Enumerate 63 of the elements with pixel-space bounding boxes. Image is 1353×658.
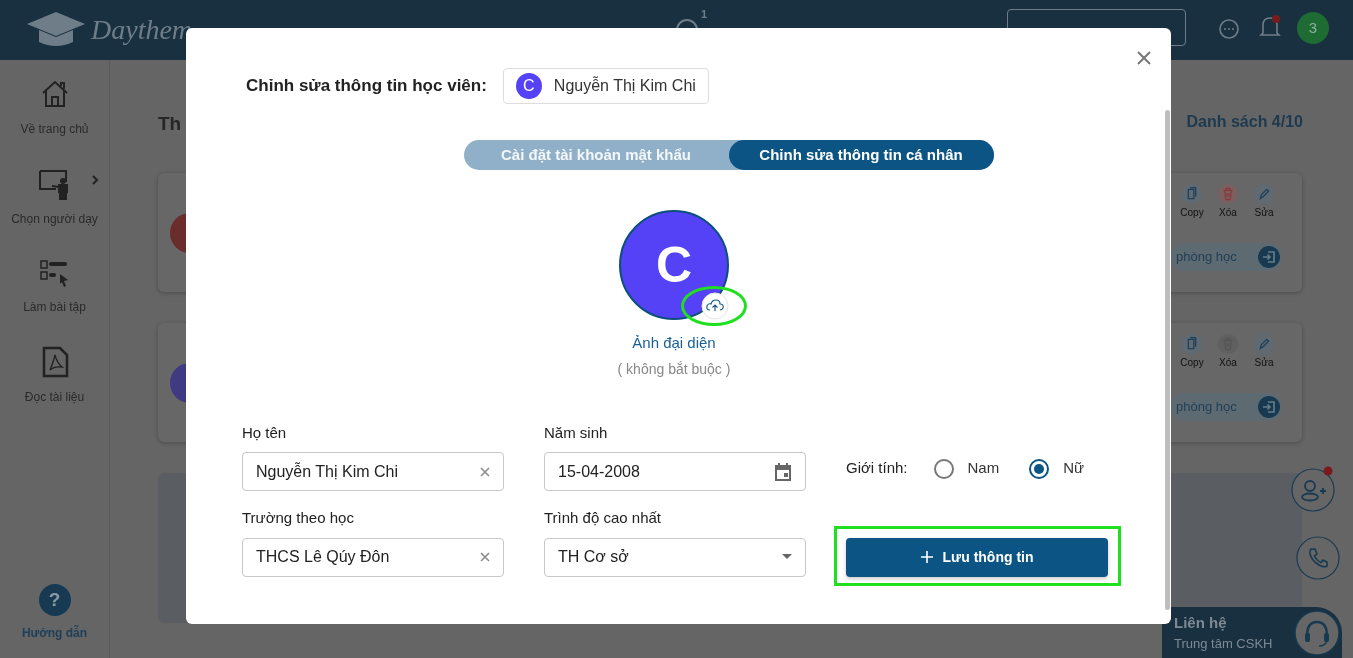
- radio-button[interactable]: [933, 458, 954, 479]
- pdf-icon: [40, 346, 69, 378]
- pencil-icon[interactable]: [1253, 332, 1275, 355]
- profile-avatar: C: [619, 210, 729, 320]
- list-count: Danh sách 4/10: [1186, 112, 1303, 132]
- close-icon[interactable]: [1136, 50, 1152, 66]
- radio-label[interactable]: Nữ: [1063, 457, 1085, 480]
- save-button[interactable]: Lưu thông tin: [846, 537, 1108, 577]
- copy-icon[interactable]: [1181, 332, 1203, 355]
- input-field[interactable]: THCS Lê Qúy Đôn: [242, 537, 504, 577]
- contact-panel[interactable]: Liên hệ Trung tâm CSKH: [1162, 607, 1342, 658]
- user-avatar[interactable]: 3: [1297, 12, 1329, 44]
- input-field[interactable]: Nguyễn Thị Kim Chi: [242, 452, 504, 491]
- dialog-title: Chỉnh sửa thông tin học viên:: [246, 75, 487, 98]
- phone-button[interactable]: [1296, 536, 1340, 580]
- add-user-button[interactable]: [1290, 465, 1338, 513]
- field-label: Năm sinh: [544, 422, 609, 443]
- upload-icon[interactable]: [701, 292, 729, 320]
- clear-icon[interactable]: [479, 551, 491, 563]
- chevron-right-icon[interactable]: [91, 174, 99, 186]
- action-label: Copy: [1180, 355, 1204, 370]
- tab[interactable]: Cài đặt tài khoản mật khẩu: [463, 140, 729, 170]
- avatar-hint: ( không bắt buộc ): [617, 359, 731, 379]
- action-label: Xóa: [1219, 205, 1237, 220]
- calendar-icon[interactable]: [773, 461, 793, 482]
- login-icon: [1258, 245, 1280, 268]
- field-label: Giới tính:: [846, 458, 908, 479]
- sidebar-item[interactable]: Đọc tài liệu: [24, 388, 85, 406]
- help-icon[interactable]: ?: [38, 584, 71, 616]
- message-count: 1: [700, 7, 707, 22]
- join-room-button[interactable]: phòng học: [1170, 242, 1282, 271]
- radio-button[interactable]: [1029, 458, 1050, 479]
- copy-icon[interactable]: [1181, 182, 1203, 205]
- chat-icon[interactable]: [1218, 18, 1240, 40]
- select-field[interactable]: TH Cơ sở: [544, 537, 806, 577]
- field-label: Họ tên: [242, 422, 288, 443]
- action-label: Xóa: [1219, 355, 1237, 370]
- contact-subtitle: Trung tâm CSKH: [1174, 635, 1273, 653]
- student-avatar: C: [515, 73, 542, 99]
- date-field[interactable]: 15-04-2008: [544, 452, 806, 491]
- radio-label[interactable]: Nam: [967, 457, 1000, 480]
- field-label: Trình độ cao nhất: [544, 508, 663, 528]
- login-icon: [1258, 395, 1280, 418]
- avatar-label: Ảnh đại diện: [632, 333, 716, 353]
- sidebar-item[interactable]: Làm bài tập: [23, 298, 86, 316]
- action-label: Sửa: [1254, 205, 1274, 220]
- sidebar-item[interactable]: Về trang chủ: [20, 120, 89, 138]
- page-title: Th: [158, 112, 182, 136]
- scrollbar[interactable]: [1165, 110, 1170, 610]
- field-label: Trường theo học: [242, 508, 355, 528]
- join-room-button[interactable]: phòng học: [1170, 392, 1282, 421]
- headset-icon: [1294, 609, 1340, 656]
- sidebar-item[interactable]: Chọn người dạy: [11, 210, 98, 228]
- logo-text: Daythem: [91, 13, 193, 47]
- pencil-icon[interactable]: [1253, 182, 1275, 205]
- contact-title: Liên hệ: [1174, 612, 1228, 633]
- action-label: Copy: [1180, 205, 1204, 220]
- clear-icon[interactable]: [479, 465, 491, 478]
- plus-icon: [920, 551, 933, 563]
- caret-icon[interactable]: [781, 553, 793, 561]
- tab[interactable]: Chỉnh sửa thông tin cá nhân: [728, 140, 994, 170]
- action-label: Sửa: [1254, 355, 1274, 370]
- student-name: Nguyễn Thị Kim Chi: [553, 75, 696, 96]
